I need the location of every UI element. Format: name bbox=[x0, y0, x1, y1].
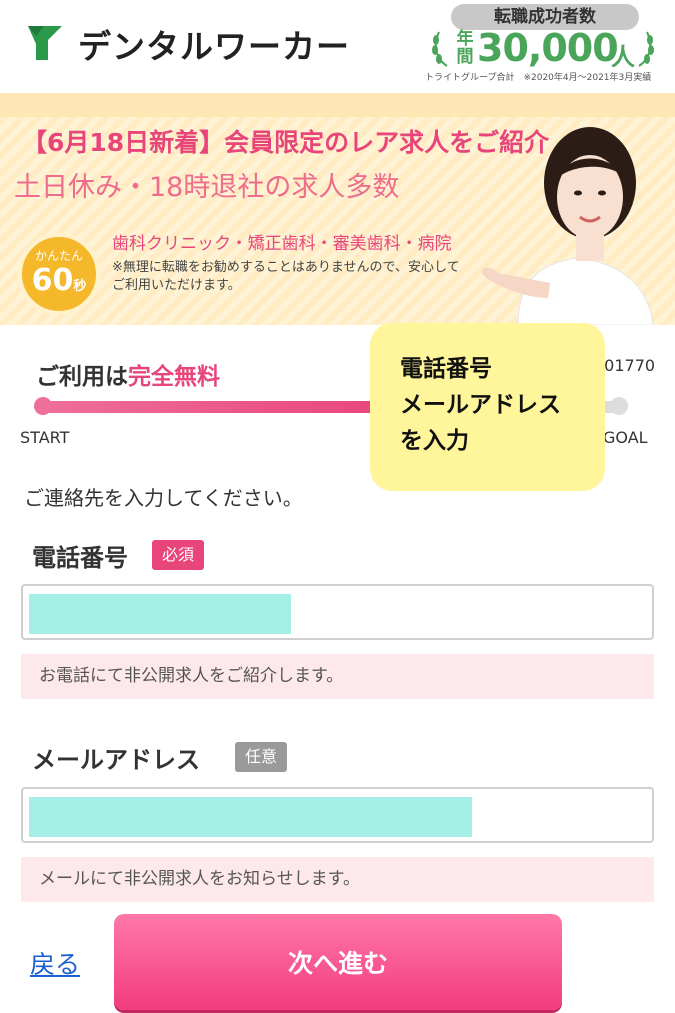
required-badge: 必須 bbox=[152, 540, 205, 570]
free-prefix: ご利用は bbox=[36, 364, 128, 390]
email-label: メールアドレス bbox=[32, 746, 200, 774]
award-count: 30,000 bbox=[477, 26, 619, 70]
progress-goal-dot bbox=[610, 397, 628, 415]
sticky-line: メールアドレス bbox=[400, 392, 561, 418]
phone-redaction bbox=[29, 594, 291, 634]
laurel-left-icon bbox=[432, 31, 448, 67]
free-of-charge-label: ご利用は完全無料 bbox=[36, 357, 220, 391]
logo-text[interactable]: デンタルワーカー bbox=[78, 20, 350, 68]
award-badge: 転職成功者数 年間 30,000 人 トライトグループ合計 ※2020年4月〜2… bbox=[425, 4, 665, 84]
banner-categories: 歯科クリニック・矯正歯科・審美歯科・病院 bbox=[112, 234, 452, 254]
progress-fill bbox=[40, 401, 390, 413]
phone-input[interactable] bbox=[21, 584, 654, 640]
banner-headline: 【6月18日新着】会員限定のレア求人をご紹介 bbox=[22, 128, 550, 157]
nurse-illustration bbox=[481, 127, 654, 325]
promo-banner: 【6月18日新着】会員限定のレア求人をご紹介 土日休み・18時退社の求人多数 か… bbox=[0, 93, 675, 325]
email-input[interactable] bbox=[21, 787, 654, 843]
email-helper-text: メールにて非公開求人をお知らせします。 bbox=[21, 857, 654, 902]
sixty-seconds-badge: かんたん 60秒 bbox=[18, 233, 100, 315]
form-instruction: ご連絡先を入力してください。 bbox=[24, 486, 303, 510]
banner-note: ※無理に転職をお勧めすることはありませんので、安心してご利用いただけます。 bbox=[112, 260, 460, 293]
progress-goal-label: GOAL bbox=[603, 428, 648, 447]
next-button[interactable]: 次へ進む bbox=[114, 914, 562, 1010]
email-redaction bbox=[29, 797, 472, 837]
site-header: デンタルワーカー 転職成功者数 年間 30,000 人 トライトグループ合計 ※… bbox=[0, 0, 675, 88]
sticky-line: を入力 bbox=[400, 428, 469, 454]
banner-subheadline: 土日休み・18時退社の求人多数 bbox=[14, 172, 400, 203]
badge-seconds: 秒 bbox=[73, 279, 87, 294]
progress-start-dot bbox=[34, 397, 52, 415]
progress-start-label: START bbox=[20, 428, 70, 447]
phone-helper-text: お電話にて非公開求人をご紹介します。 bbox=[21, 654, 654, 699]
badge-number-value: 60 bbox=[31, 263, 74, 298]
back-link[interactable]: 戻る bbox=[30, 945, 80, 981]
badge-number: 60秒 bbox=[22, 264, 96, 304]
free-emphasis: 完全無料 bbox=[128, 364, 220, 390]
phone-label: 電話番号 bbox=[32, 544, 128, 572]
award-note: トライトグループ合計 ※2020年4月〜2021年3月実績 bbox=[425, 73, 652, 83]
optional-badge: 任意 bbox=[235, 742, 288, 772]
sticky-line: 電話番号 bbox=[400, 356, 492, 382]
award-unit: 人 bbox=[611, 43, 635, 71]
logo-icon[interactable] bbox=[24, 22, 66, 64]
award-prefix: 年間 bbox=[456, 29, 474, 67]
laurel-right-icon bbox=[638, 31, 654, 67]
sticky-note-overlay: 電話番号 メールアドレス を入力 bbox=[370, 323, 605, 491]
badge-easy-label: かんたん bbox=[34, 249, 83, 263]
